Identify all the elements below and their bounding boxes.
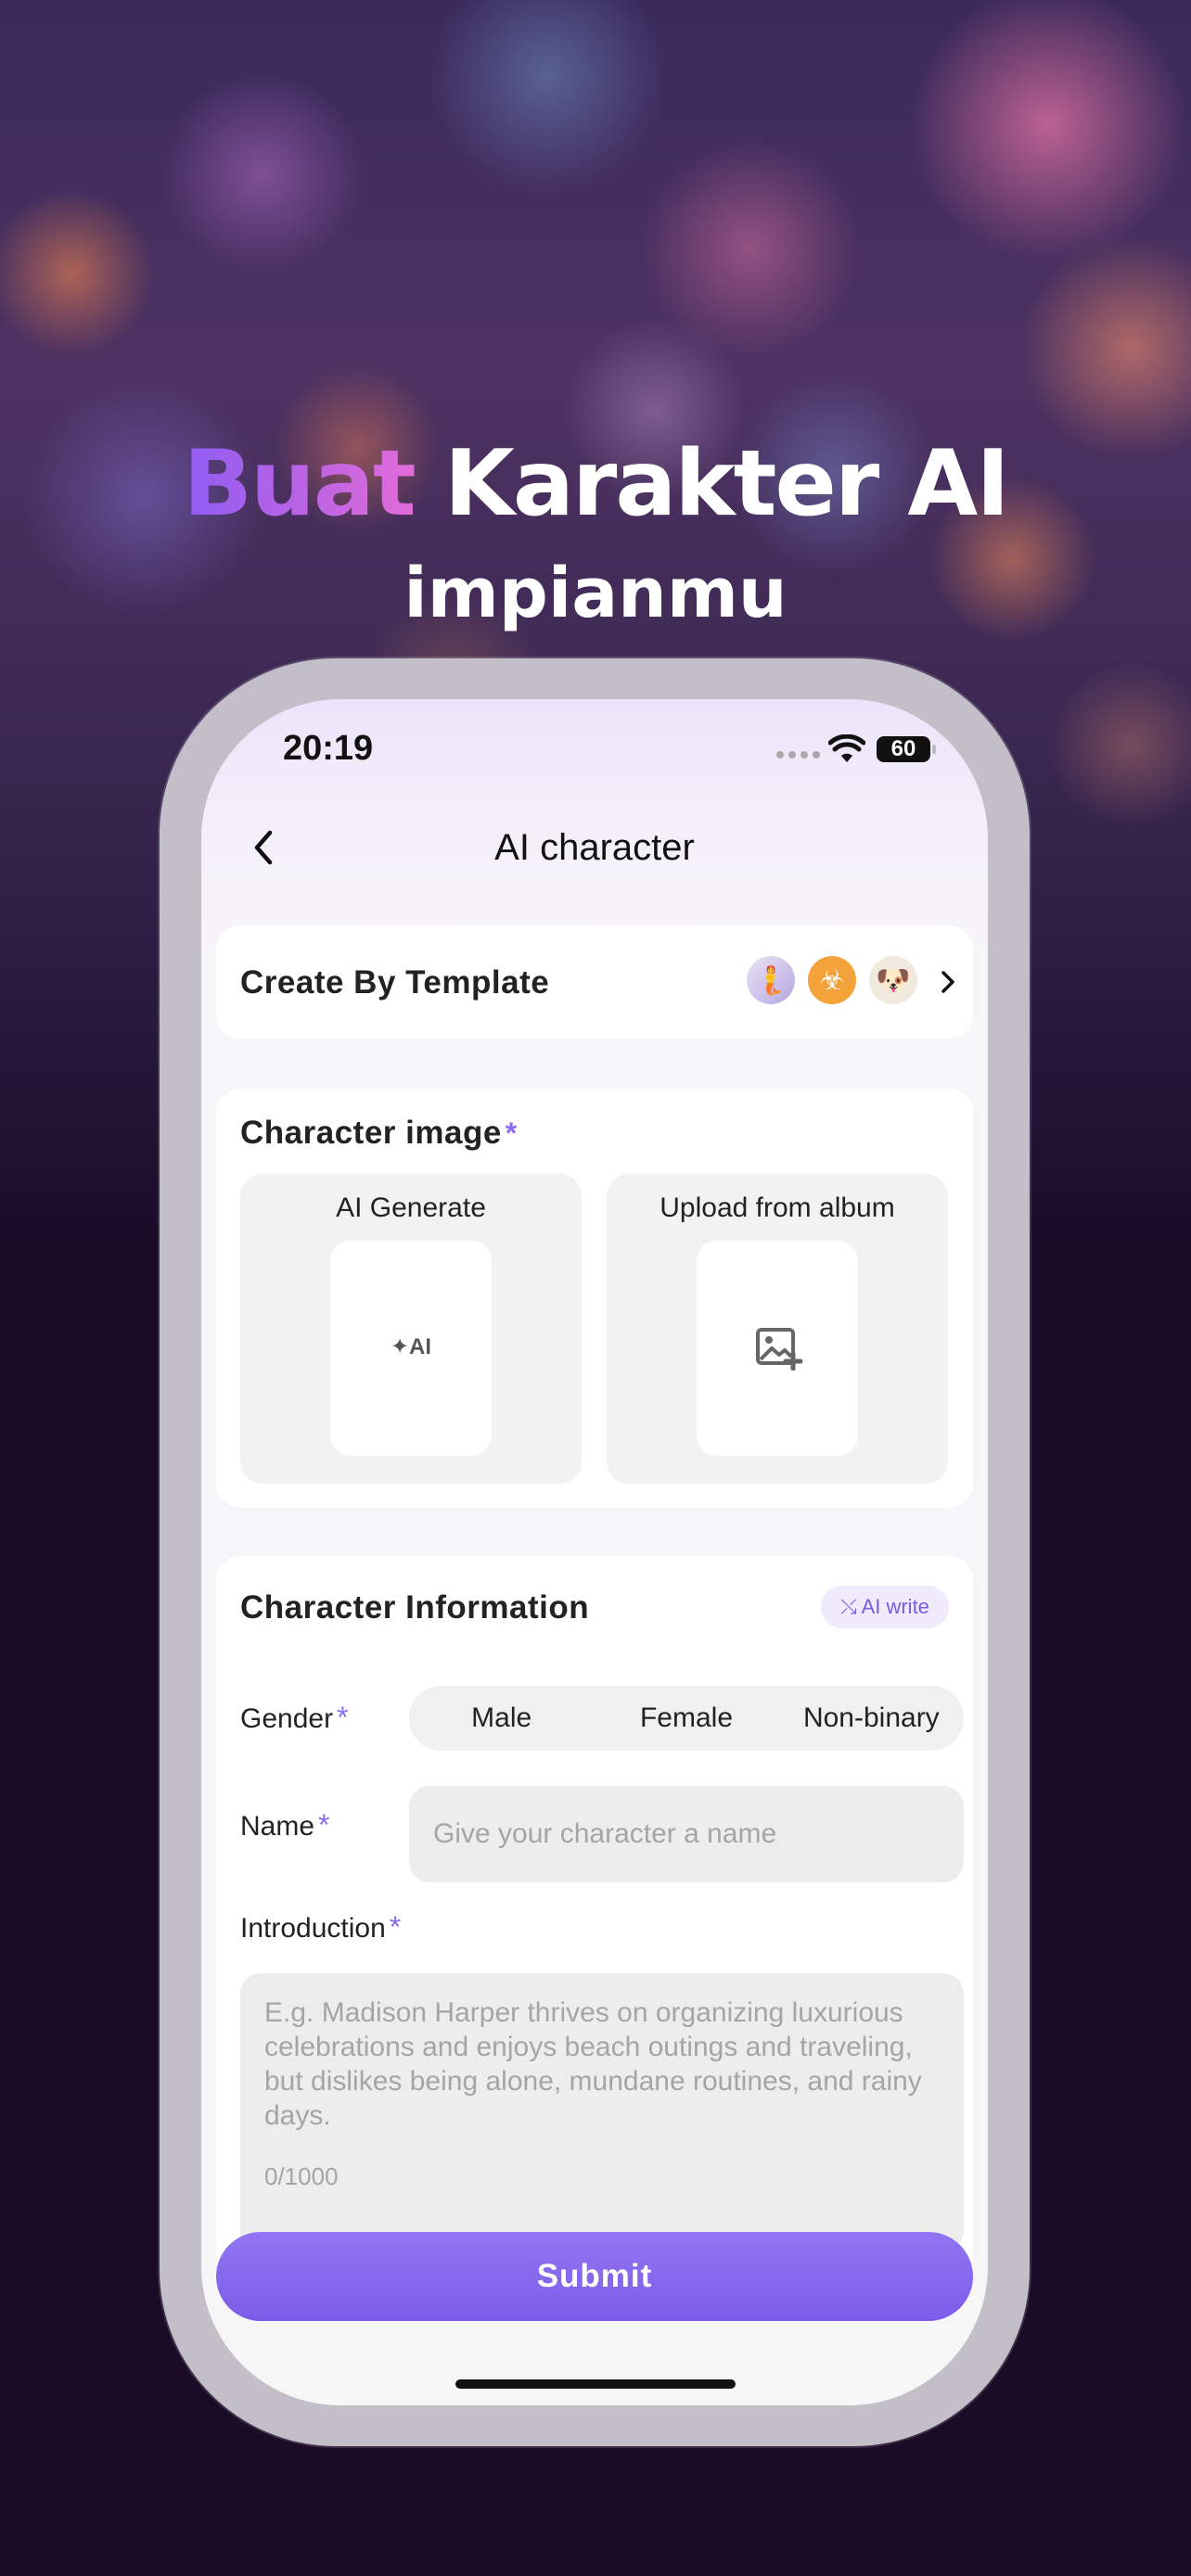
- promo-title: Buat Karakter AI: [0, 428, 1191, 540]
- ai-sparkle-icon: ✦AI: [390, 1334, 432, 1359]
- ai-generate-option[interactable]: AI Generate ✦AI: [240, 1174, 582, 1484]
- promo-subtitle: impianmu: [403, 554, 788, 633]
- create-by-template-row[interactable]: Create By Template 🧜 ☣ 🐶: [216, 925, 973, 1039]
- wifi-icon: [828, 734, 865, 762]
- status-bar: 20:19 60: [201, 699, 988, 801]
- template-avatar-mermaid: 🧜: [747, 956, 795, 1004]
- character-information-title: Character Information: [240, 1589, 590, 1626]
- required-star: *: [337, 1701, 349, 1734]
- character-image-title: Character image *: [240, 1115, 518, 1151]
- name-label: Name *: [240, 1808, 330, 1842]
- upload-from-album-label: Upload from album: [660, 1192, 895, 1223]
- required-star: *: [505, 1116, 518, 1150]
- introduction-textarea[interactable]: [240, 1973, 964, 2159]
- name-input[interactable]: [409, 1786, 964, 1882]
- home-indicator: [455, 2379, 736, 2389]
- battery-icon: 60: [877, 736, 936, 762]
- promo-title-rest: Karakter AI: [414, 431, 1010, 537]
- template-avatars: 🧜 ☣ 🐶: [747, 956, 917, 1004]
- ai-generate-tile[interactable]: ✦AI: [330, 1241, 492, 1456]
- character-information-section: Character Information ⤯ AI write Gender *…: [216, 1556, 973, 2261]
- signal-dots-icon: [776, 751, 820, 759]
- page-title: AI character: [494, 827, 695, 868]
- introduction-field: 0/1000: [240, 1973, 964, 2251]
- gender-selector: Male Female Non-binary: [409, 1686, 964, 1751]
- gender-option-male[interactable]: Male: [409, 1686, 594, 1751]
- ai-generate-label: AI Generate: [336, 1192, 486, 1223]
- chevron-right-icon: [941, 971, 954, 993]
- nav-bar: AI character: [201, 801, 988, 894]
- phone-screen: 20:19 60 AI character Create By Template…: [201, 699, 988, 2405]
- status-time: 20:19: [283, 729, 374, 768]
- upload-from-album-option[interactable]: Upload from album: [607, 1174, 948, 1484]
- submit-button[interactable]: Submit: [216, 2232, 973, 2321]
- character-image-section: Character image * AI Generate ✦AI Upload …: [216, 1089, 973, 1508]
- promo-title-accent: Buat: [183, 431, 416, 537]
- template-avatar-dog: 🐶: [869, 956, 917, 1004]
- image-add-icon: [756, 1328, 803, 1371]
- gender-option-non-binary[interactable]: Non-binary: [779, 1686, 964, 1751]
- ai-write-label: AI write: [861, 1595, 929, 1618]
- template-avatar-biohazard: ☣: [808, 956, 856, 1004]
- upload-tile[interactable]: [697, 1241, 858, 1456]
- gender-label: Gender *: [240, 1701, 349, 1734]
- gender-option-female[interactable]: Female: [594, 1686, 778, 1751]
- ai-write-button[interactable]: ⤯ AI write: [821, 1586, 949, 1628]
- character-counter: 0/1000: [264, 2162, 339, 2190]
- required-star: *: [389, 1910, 402, 1944]
- required-star: *: [318, 1808, 330, 1842]
- introduction-label: Introduction *: [240, 1910, 402, 1944]
- template-label: Create By Template: [240, 964, 550, 1001]
